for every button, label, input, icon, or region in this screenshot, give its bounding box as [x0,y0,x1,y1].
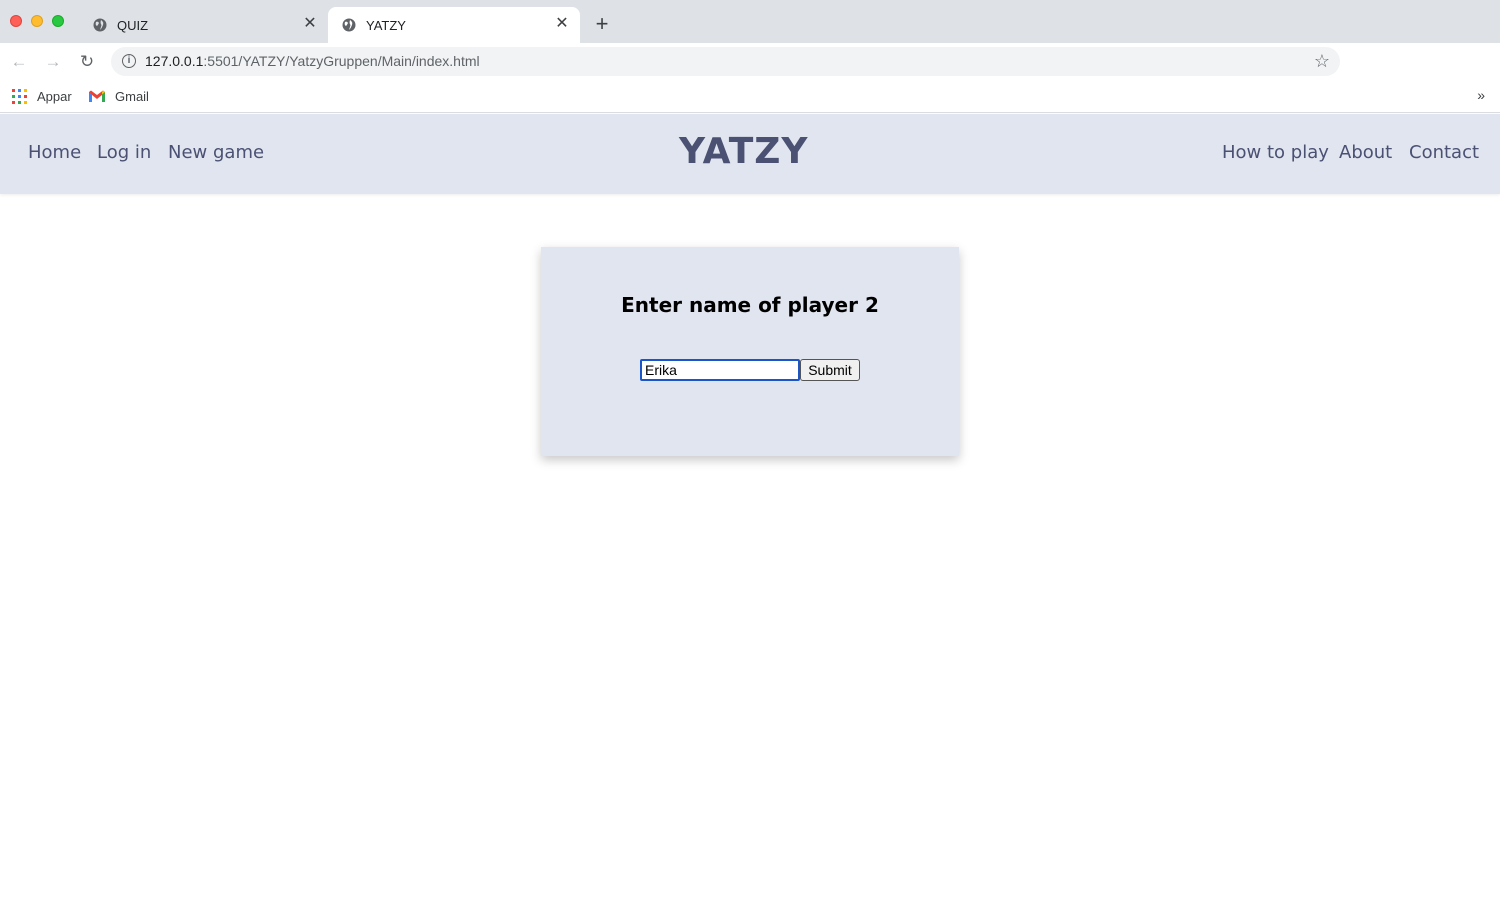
tab-title: YATZY [366,18,406,33]
forward-arrow-icon[interactable]: → [43,52,63,72]
nav-about[interactable]: About [1339,142,1392,163]
bookmark-star-icon[interactable]: ☆ [1314,51,1330,71]
player-name-heading: Enter name of player 2 [621,293,879,317]
minimize-window-button[interactable] [31,15,43,27]
nav-how-to-play[interactable]: How to play [1222,142,1329,163]
nav-new-game[interactable]: New game [168,142,264,163]
gmail-icon [89,90,105,102]
bookmark-gmail[interactable]: Gmail [89,87,149,105]
info-icon[interactable]: i [122,54,136,68]
tab-quiz[interactable]: QUIZ ✕ [80,7,328,43]
address-bar[interactable]: i 127.0.0.1:5501/YATZY/YatzyGruppen/Main… [111,47,1340,76]
nav-log-in[interactable]: Log in [97,142,151,163]
bookmark-label: Gmail [115,88,149,104]
new-tab-button[interactable]: + [592,13,612,35]
apps-grid-icon [12,88,27,104]
close-icon[interactable]: ✕ [302,16,318,32]
player-name-input[interactable] [640,359,800,381]
url-path: :5501/YATZY/YatzyGruppen/Main/index.html [203,53,480,69]
tab-yatzy[interactable]: YATZY ✕ [328,7,580,43]
nav-contact[interactable]: Contact [1409,142,1479,163]
bookmarks-bar: Appar Gmail » [0,80,1500,113]
close-window-button[interactable] [10,15,22,27]
maximize-window-button[interactable] [52,15,64,27]
globe-icon [342,18,356,32]
more-bookmarks-button[interactable]: » [1477,87,1485,103]
player-name-card: Enter name of player 2 Submit [541,247,959,456]
site-title: YATZY [679,131,809,172]
url-host: 127.0.0.1 [145,53,204,69]
nav-home[interactable]: Home [28,142,81,163]
url-text[interactable]: 127.0.0.1:5501/YATZY/YatzyGruppen/Main/i… [145,53,480,69]
globe-icon [93,18,107,32]
browser-toolbar: ← → ↻ i 127.0.0.1:5501/YATZY/YatzyGruppe… [0,43,1500,80]
browser-tab-bar: QUIZ ✕ YATZY ✕ + [0,0,1500,43]
reload-icon[interactable]: ↻ [77,52,97,72]
site-header: Home Log in New game YATZY How to play A… [0,114,1500,194]
submit-button[interactable]: Submit [800,359,860,381]
back-arrow-icon[interactable]: ← [9,52,29,72]
bookmark-label: Appar [37,88,72,104]
close-icon[interactable]: ✕ [554,16,570,32]
tab-title: QUIZ [117,18,149,33]
bookmark-appar[interactable]: Appar [12,87,72,105]
